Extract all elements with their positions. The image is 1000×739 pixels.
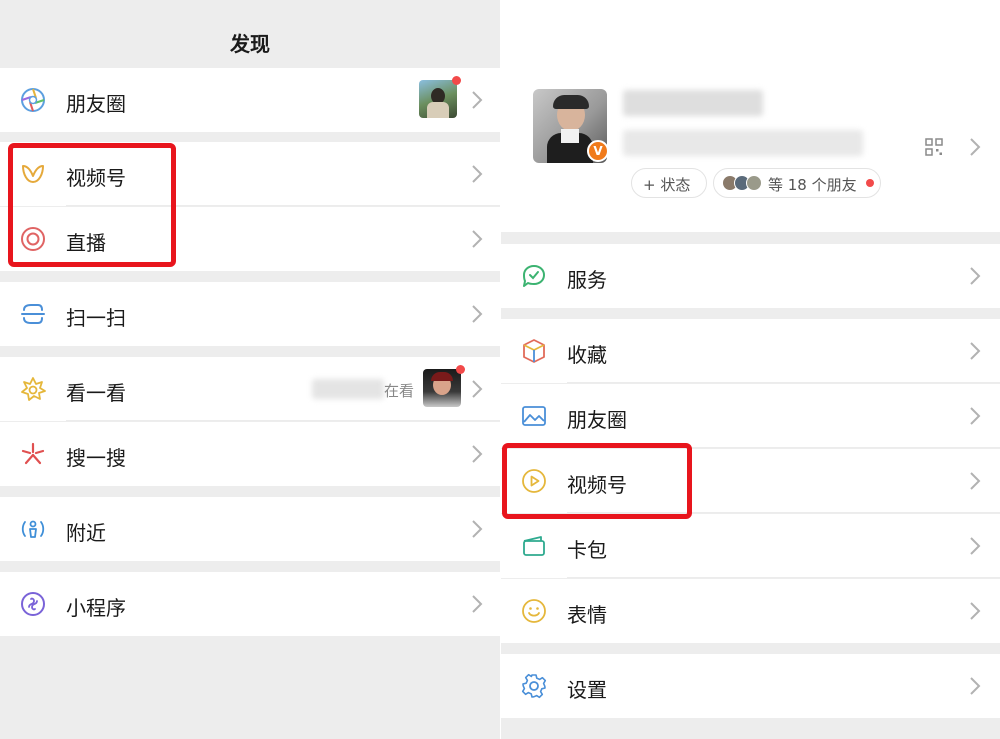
chevron-right-icon [472,230,483,248]
chevron-right-icon [472,305,483,323]
sticker-smile-icon [522,599,546,623]
unread-dot [456,365,465,374]
chevron-right-icon [472,91,483,109]
row-divider [66,420,500,421]
services-icon [523,265,545,287]
chevron-right-icon [970,407,981,425]
friends-count-text: 等 18 个朋友 [768,176,857,194]
chevron-right-icon [970,138,981,156]
row-divider [567,447,1000,448]
nearby-person-icon [21,520,45,538]
profile-header[interactable]: V + 状态 等 18 个朋友 [501,0,1000,232]
chevron-right-icon [472,445,483,463]
discover-item-label: 附近 [66,521,106,545]
moments-image-icon [522,406,546,426]
discover-item-live[interactable]: 直播 [0,207,500,271]
top-stories-thumbnail [423,369,461,407]
me-item-label: 表情 [567,603,607,627]
chevron-right-icon [970,472,981,490]
qr-code-icon[interactable] [925,138,943,156]
row-divider [66,205,500,206]
favorites-cube-icon [523,339,545,363]
discover-item-search[interactable]: 搜一搜 [0,422,500,486]
chevron-right-icon [970,677,981,695]
scan-icon [21,304,45,324]
blurred-nickname [623,90,763,116]
chevron-right-icon [970,267,981,285]
row-divider [567,512,1000,513]
chevron-right-icon [472,595,483,613]
discover-item-label: 朋友圈 [66,92,126,116]
discover-item-label: 搜一搜 [66,446,126,470]
watching-label: 在看 [384,382,415,400]
chevron-right-icon [472,520,483,538]
blurred-wechat-id [623,130,863,156]
row-divider [567,577,1000,578]
me-item-card-wallet[interactable]: 卡包 [501,514,1000,578]
moments-aperture-icon [21,88,45,112]
channels-butterfly-icon [22,165,44,183]
me-item-label: 卡包 [567,538,607,562]
me-item-channels[interactable]: 视频号 [501,449,1000,513]
card-wallet-icon [523,536,545,556]
blurred-name [312,379,384,399]
discover-item-channels[interactable]: 视频号 [0,142,500,206]
discover-page: 发现 朋友圈 视频号 直播 扫一扫 看一看 在看 搜一搜 附近 小程序 [0,0,500,739]
chevron-right-icon [970,537,981,555]
me-item-services[interactable]: 服务 [501,244,1000,308]
chevron-right-icon [970,342,981,360]
page-title: 发现 [230,32,270,56]
me-page: V + 状态 等 18 个朋友 服务 收藏 朋友圈 视频号 卡包 表情 设置 [501,0,1000,739]
friends-status-pill[interactable]: 等 18 个朋友 [713,168,881,198]
settings-gear-icon [521,673,547,699]
discover-item-scan[interactable]: 扫一扫 [0,282,500,346]
unread-dot [866,179,874,187]
top-stories-icon [21,377,46,401]
discover-item-label: 扫一扫 [66,306,126,330]
discover-item-label: 直播 [66,231,106,255]
chevron-right-icon [970,602,981,620]
status-button[interactable]: + 状态 [631,168,707,198]
moments-thumbnail [419,80,457,118]
verified-badge-icon: V [587,140,609,162]
me-item-label: 收藏 [567,343,607,367]
me-item-moments[interactable]: 朋友圈 [501,384,1000,448]
me-item-label: 设置 [567,678,607,702]
discover-item-label: 视频号 [66,166,126,190]
mini-program-icon [21,592,45,616]
live-ring-icon [21,227,45,251]
discover-item-label: 小程序 [66,596,126,620]
friend-avatar [746,175,762,191]
me-item-label: 朋友圈 [567,408,627,432]
row-divider [567,382,1000,383]
channels-play-icon [522,469,546,493]
me-item-stickers[interactable]: 表情 [501,579,1000,643]
me-item-settings[interactable]: 设置 [501,654,1000,718]
discover-item-mini-programs[interactable]: 小程序 [0,572,500,636]
discover-item-nearby[interactable]: 附近 [0,497,500,561]
discover-item-moments[interactable]: 朋友圈 [0,68,500,132]
me-item-label: 服务 [567,268,607,292]
search-sparkle-icon [21,442,45,465]
me-item-favorites[interactable]: 收藏 [501,319,1000,383]
me-item-label: 视频号 [567,473,627,497]
chevron-right-icon [472,165,483,183]
discover-item-top-stories[interactable]: 看一看 在看 [0,357,500,421]
unread-dot [452,76,461,85]
discover-item-label: 看一看 [66,381,126,405]
chevron-right-icon [472,380,483,398]
